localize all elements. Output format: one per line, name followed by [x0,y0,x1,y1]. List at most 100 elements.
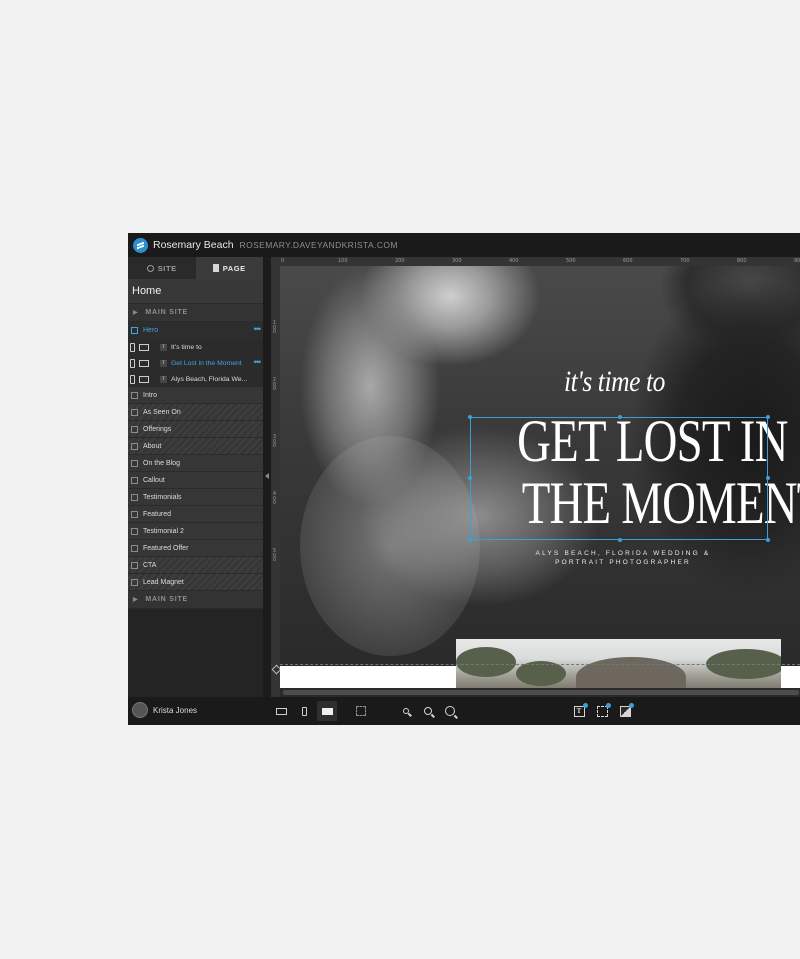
tab-site[interactable]: SITE [128,257,196,279]
hero-script-text[interactable]: it's time to [564,365,665,399]
ruler-tick-label: 600 [623,258,633,264]
grid-toggle-button[interactable] [351,701,371,721]
section-item[interactable]: Offerings [128,421,263,438]
hero-background-photo[interactable]: it's time to GET LOST IN THE MOMENT ALYS… [280,266,800,666]
avatar[interactable] [132,702,148,718]
image-tree [456,647,516,677]
section-item[interactable]: Featured Offer [128,540,263,557]
ruler-tick-label: 800 [737,258,747,264]
add-box-button[interactable] [592,701,612,721]
site-url[interactable]: ROSEMARY.DAVEYANDKRISTA.COM [240,240,398,250]
section-item[interactable]: Testimonials [128,489,263,506]
selection-box[interactable] [468,415,770,542]
photo-highlight [300,436,480,656]
collapse-arrow-icon[interactable] [265,473,269,479]
resize-handle[interactable] [468,538,472,542]
mobile-visibility-icon[interactable] [130,358,135,368]
zoom-icon [424,707,432,715]
section-item[interactable]: Lead Magnet [128,574,263,591]
section-item[interactable]: Callout [128,472,263,489]
section-item[interactable]: Testimonial 2 [128,523,263,540]
more-options-icon[interactable]: ••• [254,324,262,334]
sidebar-tabs: SITE PAGE [128,257,263,279]
desktop-visibility-icon[interactable] [139,343,149,351]
ruler-tick-label: 400 [509,258,519,264]
more-options-icon[interactable]: ••• [254,357,262,367]
mobile-view-button[interactable] [294,701,314,721]
element-label: Alys Beach, Florida We... [171,375,248,383]
resize-handle[interactable] [618,538,622,542]
section-icon [131,408,138,416]
page-canvas[interactable]: 0 100 200 300 400 500 600 700 800 900 100 200 300 40… [271,257,800,697]
section-item[interactable]: Intro [128,387,263,404]
resize-handle[interactable] [766,476,770,480]
mobile-visibility-icon[interactable] [130,342,135,352]
section-label: Featured Offer [143,544,189,552]
app-logo-icon[interactable] [133,237,148,253]
ruler-tick-label: 500 [566,258,576,264]
image-hill [576,657,686,688]
desktop-visibility-icon[interactable] [139,375,149,383]
ruler-tick-label: 200 [395,258,405,264]
desktop-view-button[interactable] [317,701,337,721]
hero-subtitle-line-2: PORTRAIT PHOTOGRAPHER [555,559,691,566]
mobile-visibility-icon[interactable] [130,374,135,384]
element-its-time-to[interactable]: T It's time to [128,339,263,355]
resize-handle[interactable] [766,538,770,542]
ruler-tick-label: 700 [680,258,690,264]
ruler-tick-label: 300 [452,258,462,264]
group-header-label: MAIN SITE [145,596,189,603]
editor-window: Rosemary Beach ROSEMARY.DAVEYANDKRISTA.C… [128,233,800,725]
section-item[interactable]: As Seen On [128,404,263,421]
ruler-tick-label: 100 [338,258,348,264]
zoom-in-icon [445,706,455,716]
element-get-lost-in-the-moment[interactable]: T Get Lost in the Moment ••• [128,355,263,371]
section-item[interactable]: On the Blog [128,455,263,472]
user-menu[interactable]: Krista Jones [132,702,197,718]
section-icon [131,391,138,399]
section-hero[interactable]: Hero ••• [128,322,263,339]
section-label: On the Blog [143,459,180,467]
section-label: About [143,442,162,450]
add-image-button[interactable] [615,701,635,721]
tab-page[interactable]: PAGE [195,257,263,279]
section-icon [131,578,138,586]
phone-icon [301,706,307,716]
group-header-main-site-bottom[interactable]: ▶ MAIN SITE [128,591,263,609]
section-item[interactable]: About [128,438,263,455]
section-list: Intro As Seen On Offerings About On the Blog… [128,387,263,591]
horizontal-scrollbar[interactable] [280,688,800,697]
hero-subtitle[interactable]: ALYS BEACH, FLORIDA WEDDING & PORTRAIT P… [508,549,738,567]
zoom-out-button[interactable] [396,701,416,721]
hero-subtitle-line-1: ALYS BEACH, FLORIDA WEDDING & [535,550,711,557]
add-text-icon: T [573,702,588,717]
zoom-in-button[interactable] [440,701,460,721]
section-label: Testimonials [143,493,182,501]
section-icon [131,544,138,552]
sidebar: SITE PAGE Home ▶ MAIN SITE Hero ••• T It… [128,257,263,697]
add-text-button[interactable]: T [569,701,589,721]
group-header-main-site-top[interactable]: ▶ MAIN SITE [128,304,263,322]
text-element-icon: T [160,359,167,367]
section-item[interactable]: Featured [128,506,263,523]
user-name[interactable]: Krista Jones [153,706,197,715]
tab-site-label: SITE [157,263,177,273]
resize-handle[interactable] [468,476,472,480]
plus-badge-icon [605,702,611,708]
site-name[interactable]: Rosemary Beach [153,239,234,251]
resize-handle[interactable] [766,415,770,419]
sidebar-collapse-strip[interactable] [263,257,271,697]
resize-handle[interactable] [618,415,622,419]
section-item[interactable]: CTA [128,557,263,574]
tablet-view-button[interactable] [271,701,291,721]
section-label: Featured [143,510,172,518]
desktop-visibility-icon[interactable] [139,359,149,367]
ruler-tick-label: 0 [281,258,285,264]
element-alys-beach[interactable]: T Alys Beach, Florida We... [128,371,263,387]
scrollbar-thumb[interactable] [283,690,799,695]
element-label: It's time to [171,343,202,351]
page-title[interactable]: Home [128,279,263,304]
resize-handle[interactable] [468,415,472,419]
add-image-icon [619,702,634,717]
zoom-reset-button[interactable] [418,701,438,721]
